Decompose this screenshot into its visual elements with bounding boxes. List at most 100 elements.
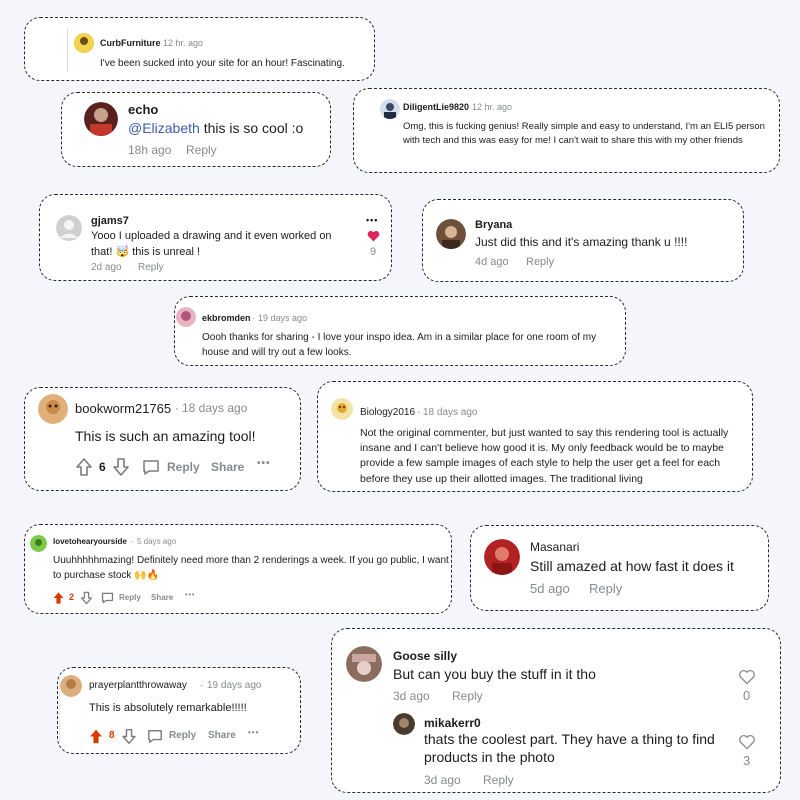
separator: · (466, 102, 469, 112)
username[interactable]: Biology2016 (360, 407, 415, 418)
comment-card-ekbromden: ekbromden · 19 days ago Oooh thanks for … (174, 296, 626, 366)
upvote-icon[interactable] (52, 591, 65, 605)
reply-heart-outline-icon[interactable] (738, 734, 756, 750)
comment-card-prayerplant: prayerplantthrowaway · 19 days ago This … (57, 667, 301, 754)
separator: · (131, 537, 134, 546)
avatar[interactable] (346, 646, 382, 682)
timestamp: 19 days ago (258, 313, 308, 323)
avatar[interactable] (30, 535, 47, 552)
comment-text: I've been sucked into your site for an h… (100, 58, 345, 69)
share-button[interactable]: Share (151, 593, 173, 602)
avatar[interactable] (484, 539, 520, 575)
comment-card-biology2016: Biology2016 · 18 days ago Not the origin… (317, 381, 753, 492)
separator: · (417, 407, 421, 418)
username[interactable]: ekbromden (202, 313, 251, 323)
share-button[interactable]: Share (211, 460, 244, 474)
avatar[interactable] (84, 102, 118, 136)
comment-text: Uuuhhhhhmazing! Definitely need more tha… (53, 555, 449, 581)
reply-button[interactable]: Reply (452, 689, 483, 703)
more-options-button[interactable]: ••• (248, 728, 259, 737)
username[interactable]: Bryana (475, 219, 512, 231)
avatar[interactable] (436, 219, 466, 249)
reply-avatar[interactable] (393, 713, 415, 735)
comment-card-diligentlie: DiligentLie9820 · 12 hr. ago Omg, this i… (353, 88, 780, 173)
comment-text: Omg, this is fucking genius! Really simp… (403, 121, 765, 146)
heart-icon[interactable] (367, 230, 380, 242)
timestamp: 5 days ago (137, 537, 177, 546)
comment-text: @Elizabeth this is so cool :o (128, 120, 303, 136)
vote-count: 2 (69, 592, 75, 602)
mention-link[interactable]: @Elizabeth (128, 120, 200, 136)
comment-card-bookworm: bookworm21765 · 18 days ago This is such… (24, 387, 301, 491)
avatar[interactable] (60, 675, 82, 697)
username[interactable]: prayerplantthrowaway (89, 680, 187, 691)
comment-card-bryana: Bryana Just did this and it's amazing th… (422, 199, 744, 282)
reply-reply-button[interactable]: Reply (483, 773, 514, 787)
timestamp: 5d ago (530, 581, 570, 596)
comment-icon[interactable] (101, 592, 114, 604)
more-options-button[interactable]: ••• (366, 215, 378, 225)
comment-card-curbfurniture: CurbFurniture · 12 hr. ago I've been suc… (24, 17, 375, 81)
share-button[interactable]: Share (208, 730, 236, 741)
timestamp: 18h ago (128, 143, 172, 157)
upvote-icon[interactable] (75, 457, 93, 477)
reply-button[interactable]: Reply (169, 730, 196, 741)
avatar[interactable] (38, 394, 68, 424)
reply-button[interactable]: Reply (138, 262, 164, 273)
username[interactable]: gjams7 (91, 215, 129, 227)
upvote-icon[interactable] (88, 728, 104, 745)
timestamp: 2d ago (91, 262, 122, 273)
username[interactable]: lovetohearyourside (53, 537, 127, 546)
avatar[interactable] (74, 33, 94, 53)
username[interactable]: bookworm21765 (75, 401, 171, 416)
username[interactable]: CurbFurniture (100, 38, 161, 48)
downvote-icon[interactable] (121, 728, 137, 745)
reply-button[interactable]: Reply (119, 593, 141, 602)
reply-username[interactable]: mikakerr0 (424, 716, 481, 730)
reply-button[interactable]: Reply (589, 581, 622, 596)
username[interactable]: echo (128, 102, 158, 117)
vote-count: 8 (109, 730, 115, 741)
reply-timestamp: 3d ago (424, 773, 461, 787)
separator: · (157, 38, 160, 48)
comment-icon[interactable] (147, 729, 163, 744)
reply-button[interactable]: Reply (167, 460, 200, 474)
timestamp: 19 days ago (207, 680, 262, 691)
comment-card-goose-silly: Goose silly But can you buy the stuff in… (331, 628, 781, 793)
comment-text: Still amazed at how fast it does it (530, 558, 734, 574)
comment-text: This is absolutely remarkable!!!!! (89, 702, 247, 714)
downvote-icon[interactable] (80, 591, 93, 605)
avatar[interactable] (56, 215, 82, 241)
comment-body: this is so cool :o (199, 120, 304, 136)
more-options-button[interactable]: ••• (185, 592, 195, 599)
username[interactable]: Goose silly (393, 649, 457, 663)
comment-text: Oooh thanks for sharing - I love your in… (202, 332, 597, 358)
comment-card-gjams7: gjams7 Yooo I uploaded a drawing and it … (39, 194, 392, 281)
timestamp: 18 days ago (423, 407, 478, 418)
comment-card-echo: echo @Elizabeth this is so cool :o 18h a… (61, 92, 331, 167)
thread-line (67, 28, 68, 72)
reply-button[interactable]: Reply (526, 256, 554, 268)
more-options-button[interactable]: ••• (257, 458, 271, 469)
vote-count: 6 (99, 460, 106, 474)
avatar[interactable] (380, 99, 400, 119)
avatar[interactable] (331, 398, 353, 420)
timestamp: 18 days ago (182, 401, 248, 415)
timestamp: 4d ago (475, 256, 509, 268)
comment-card-lovetohearyourside: lovetohearyourside · 5 days ago Uuuhhhhh… (24, 524, 452, 614)
username[interactable]: DiligentLie9820 (403, 102, 469, 112)
separator: · (252, 313, 255, 323)
comment-text: But can you buy the stuff in it tho (393, 666, 596, 682)
reply-button[interactable]: Reply (186, 143, 217, 157)
separator: · (200, 680, 204, 691)
heart-outline-icon[interactable] (738, 669, 756, 685)
avatar[interactable] (176, 307, 196, 327)
timestamp: 3d ago (393, 689, 430, 703)
comment-card-masanari: Masanari Still amazed at how fast it doe… (470, 525, 769, 611)
reply-text: thats the coolest part. They have a thin… (424, 731, 715, 765)
username[interactable]: Masanari (530, 540, 579, 554)
downvote-icon[interactable] (112, 457, 130, 477)
comment-icon[interactable] (142, 459, 160, 476)
like-count: 0 (743, 688, 751, 703)
comment-text: Not the original commenter, but just wan… (360, 427, 729, 485)
